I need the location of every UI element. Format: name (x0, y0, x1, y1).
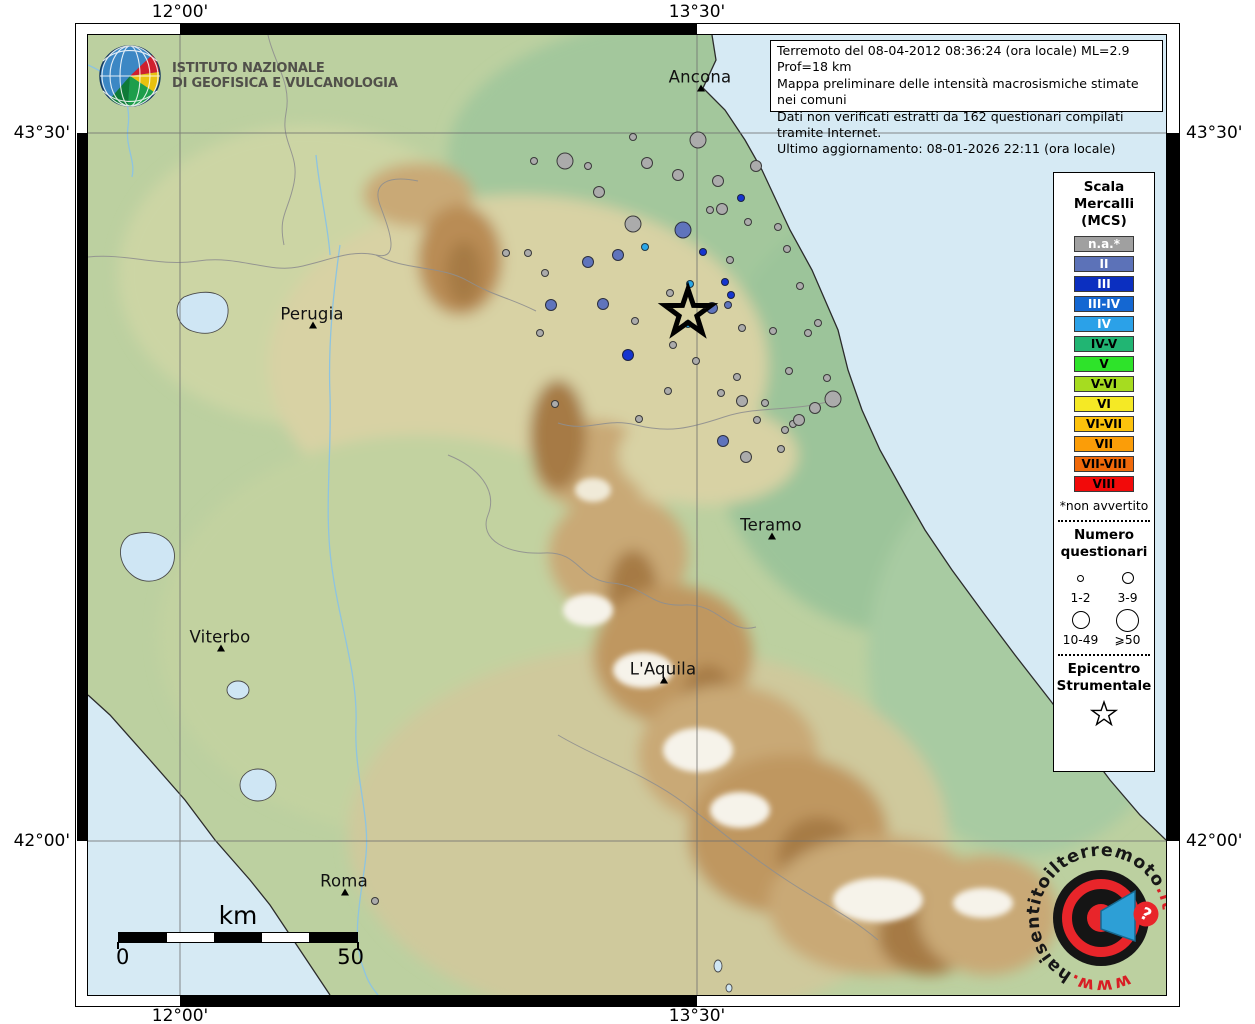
ingv-globe-icon (99, 45, 161, 107)
epicenter-title-line1: Epicentro (1067, 661, 1141, 677)
mercalli-swatch-v: V (1074, 356, 1134, 372)
coord-label-right: 42°00' (1186, 831, 1243, 851)
coord-label-right: 43°30' (1186, 123, 1243, 143)
ingv-name-line1: ISTITUTO NAZIONALE (172, 60, 325, 76)
mercalli-swatch-ii: II (1074, 256, 1134, 272)
coord-label-top: 13°30' (668, 2, 726, 22)
questionnaire-circle-box (1071, 607, 1090, 633)
legend-title-line2: Mercalli (1073, 196, 1135, 212)
questionnaire-circle-icon (1116, 608, 1139, 632)
mercalli-swatch-viiviii: VII-VIII (1074, 456, 1134, 472)
coord-label-bottom: 13°30' (668, 1006, 726, 1024)
questionnaire-class-label: 1-2 (1070, 591, 1091, 605)
info-line-event: Terremoto del 08-04-2012 08:36:24 (ora l… (777, 43, 1130, 75)
mercalli-swatch-iii: III (1074, 276, 1134, 292)
mercalli-swatch-iv: IV (1074, 316, 1134, 332)
questionnaire-circle-box (1121, 565, 1134, 591)
epicenter-title-line2: Strumentale (1056, 678, 1152, 694)
questionnaire-size-key: 1-2 3-9 10-49 ⩾50 (1057, 565, 1151, 647)
ingv-name-line2: DI GEOFISICA E VULCANOLOGIA (172, 76, 398, 91)
map-outer-border (75, 23, 1180, 1007)
scale-bar-unit: km (218, 901, 258, 930)
frame-segment-bottom (180, 995, 697, 1007)
legend-title-line1: Scala (1083, 179, 1125, 195)
frame-segment-right (1166, 133, 1179, 841)
questionnaire-key-cell: 1-2 (1057, 565, 1104, 605)
questionnaire-circle-box (1116, 607, 1139, 633)
mercalli-scale-swatches: n.a.* II III III-IV IV IV-V V V-VI VI VI-VII VII VI… (1074, 236, 1134, 492)
questionnaire-class-label: 10-49 (1062, 633, 1099, 647)
questionnaire-key-cell: 10-49 (1057, 607, 1104, 647)
questionnaire-key-row: 10-49 ⩾50 (1057, 607, 1151, 647)
questionnaires-title-line2: questionari (1060, 544, 1148, 560)
scale-bar-segments (117, 932, 359, 949)
mercalli-swatch-vi: VI (1074, 396, 1134, 412)
legend-footnote: *non avvertito (1059, 499, 1149, 513)
questionnaire-circle-icon (1121, 572, 1134, 584)
questionnaire-circle-icon (1071, 611, 1090, 629)
frame-segment-left (76, 133, 88, 841)
info-line-map-type: Mappa preliminare delle intensità macros… (777, 75, 1139, 108)
info-line-data-source: Dati non verificati estratti da 162 ques… (777, 108, 1124, 141)
legend-divider (1058, 520, 1150, 522)
mercalli-swatch-vivii: VI-VII (1074, 416, 1134, 432)
mercalli-swatch-vvi: V-VI (1074, 376, 1134, 392)
questionnaire-circle-box (1077, 565, 1084, 591)
questionnaires-title-line1: Numero (1073, 527, 1135, 543)
coord-label-top: 12°00' (151, 2, 209, 22)
legend-panel: Scala Mercalli (MCS) n.a.* II III III-IV IV I… (1053, 172, 1155, 772)
scale-bar-end: 50 (337, 945, 364, 969)
mercalli-swatch-ivv: IV-V (1074, 336, 1134, 352)
questionnaire-key-row: 1-2 3-9 (1057, 565, 1151, 605)
questionnaire-circle-icon (1077, 574, 1084, 582)
legend-divider-2 (1058, 654, 1150, 656)
scale-bar: km 0 50 (116, 901, 364, 969)
scale-bar-start: 0 (116, 945, 130, 969)
coord-label-bottom: 12°00' (151, 1006, 209, 1024)
ingv-logo: ISTITUTO NAZIONALE DI GEOFISICA E VULCAN… (96, 42, 398, 110)
mercalli-swatch-vii: VII (1074, 436, 1134, 452)
coord-label-left: 42°00' (13, 831, 70, 851)
earthquake-info-box: Terremoto del 08-04-2012 08:36:24 (ora l… (770, 40, 1163, 156)
coord-label-left: 43°30' (13, 123, 70, 143)
mercalli-swatch-iiiiv: III-IV (1074, 296, 1134, 312)
frame-segment-top (180, 23, 697, 35)
legend-title-line3: (MCS) (1081, 213, 1127, 229)
mercalli-swatch-na: n.a.* (1074, 236, 1134, 252)
questionnaire-class-label: 3-9 (1117, 591, 1138, 605)
questionnaire-class-label: ⩾50 (1114, 633, 1141, 647)
legend-star-icon (1089, 699, 1119, 727)
mercalli-swatch-viii: VIII (1074, 476, 1134, 492)
info-line-updated: Ultimo aggiornamento: 08-01-2026 22:11 (… (777, 141, 1116, 157)
questionnaire-key-cell: 3-9 (1104, 565, 1151, 605)
seismic-intensity-map-page: ? www.haisentitoilterremoto.it AnconaPer… (0, 0, 1255, 1024)
questionnaire-key-cell: ⩾50 (1104, 607, 1151, 647)
